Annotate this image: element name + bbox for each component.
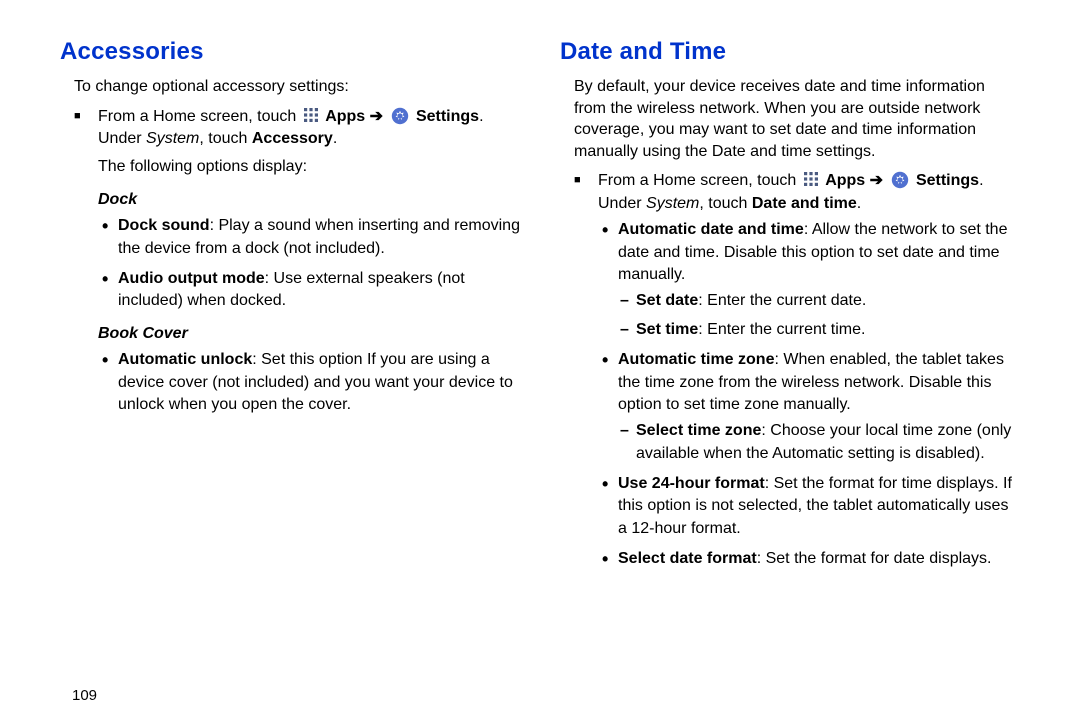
nav-settings-label: Settings [916,172,979,189]
sub-list: Set date: Enter the current date. Set ti… [636,290,1020,341]
book-cover-subheading: Book Cover [98,323,520,345]
nav-line2-a: Under [98,130,146,147]
sub-item: Set time: Enter the current time. [636,319,1020,341]
nav-line2-d: Accessory [252,130,333,147]
date-time-nav-list: From a Home screen, touch Apps ➔ Setting… [598,170,1020,570]
list-item: Select date format: Set the format for d… [618,548,1020,570]
item-bold: Automatic date and time [618,221,804,238]
list-item: Dock sound: Play a sound when inserting … [118,215,520,260]
nav-line2-system: System [146,130,199,147]
accessories-heading: Accessories [60,38,520,66]
nav-text-prefix: From a Home screen, touch [98,108,301,125]
accessories-intro: To change optional accessory settings: [74,76,520,98]
nav-settings-label: Settings [416,108,479,125]
item-bold: Audio output mode [118,270,265,287]
sub-bold: Set date [636,292,698,309]
nav-line2-d: Date and time [752,195,857,212]
item-bold: Dock sound [118,217,210,234]
nav-arrow: ➔ [865,172,887,189]
sub-item: Select time zone: Choose your local time… [636,420,1020,465]
right-column: Date and Time By default, your device re… [550,38,1040,700]
nav-apps-label: Apps [325,108,365,125]
date-time-heading: Date and Time [560,38,1020,66]
item-bold: Use 24-hour format [618,475,765,492]
nav-line2-e: . [857,195,861,212]
sub-rest: : Enter the current date. [698,292,866,309]
item-bold: Select date format [618,550,757,567]
nav-arrow: ➔ [365,108,387,125]
list-item: Audio output mode: Use external speakers… [118,268,520,313]
list-item: Use 24-hour format: Set the format for t… [618,473,1020,540]
sub-list: Select time zone: Choose your local time… [636,420,1020,465]
date-time-options: Automatic date and time: Allow the netwo… [618,219,1020,570]
nav-line2-e: . [333,130,337,147]
nav-line2-a: Under [598,195,646,212]
settings-icon [391,107,409,125]
sub-rest: : Enter the current time. [698,321,865,338]
list-item: Automatic date and time: Allow the netwo… [618,219,1020,341]
accessories-nav-list: From a Home screen, touch Apps ➔ Setting… [98,106,520,417]
item-bold: Automatic time zone [618,351,774,368]
nav-period: . [479,108,483,125]
date-time-nav-item: From a Home screen, touch Apps ➔ Setting… [598,170,1020,570]
sub-bold: Select time zone [636,422,761,439]
left-column: Accessories To change optional accessory… [60,38,550,700]
list-item: Automatic unlock: Set this option If you… [118,349,520,416]
dock-list: Dock sound: Play a sound when inserting … [118,215,520,313]
sub-bold: Set time [636,321,698,338]
book-cover-list: Automatic unlock: Set this option If you… [118,349,520,416]
options-display-text: The following options display: [98,156,520,178]
dock-subheading: Dock [98,189,520,211]
list-item: Automatic time zone: When enabled, the t… [618,349,1020,465]
nav-line2-c: , touch [199,130,251,147]
date-time-intro: By default, your device receives date an… [574,76,1020,162]
nav-line2-c: , touch [699,195,751,212]
item-bold: Automatic unlock [118,351,252,368]
settings-icon [891,171,909,189]
apps-icon [303,107,319,123]
nav-line2-system: System [646,195,699,212]
nav-period: . [979,172,983,189]
page: Accessories To change optional accessory… [0,0,1080,720]
apps-icon [803,171,819,187]
accessories-nav-item: From a Home screen, touch Apps ➔ Setting… [98,106,520,417]
page-number: 109 [72,687,97,704]
item-rest: : Set the format for date displays. [757,550,992,567]
nav-apps-label: Apps [825,172,865,189]
sub-item: Set date: Enter the current date. [636,290,1020,312]
nav-text-prefix: From a Home screen, touch [598,172,801,189]
